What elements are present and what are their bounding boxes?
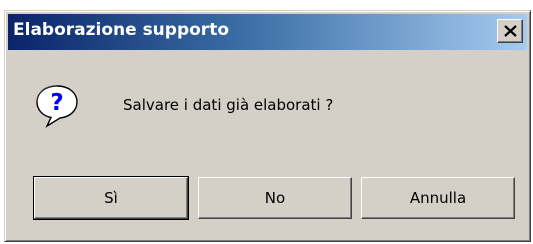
close-button[interactable]	[497, 19, 523, 43]
dialog-title: Elaborazione supporto	[13, 20, 229, 40]
svg-text:?: ?	[50, 90, 63, 116]
question-icon: ?	[36, 85, 78, 128]
cancel-button[interactable]: Annulla	[361, 177, 515, 219]
message-dialog: Elaborazione supporto ? Salvare i dati g…	[4, 10, 531, 242]
close-icon	[504, 25, 517, 37]
title-bar[interactable]: Elaborazione supporto	[8, 14, 527, 50]
yes-button[interactable]: Sì	[33, 176, 189, 220]
no-button[interactable]: No	[198, 177, 352, 219]
dialog-message: Salvare i dati già elaborati ?	[123, 96, 334, 114]
